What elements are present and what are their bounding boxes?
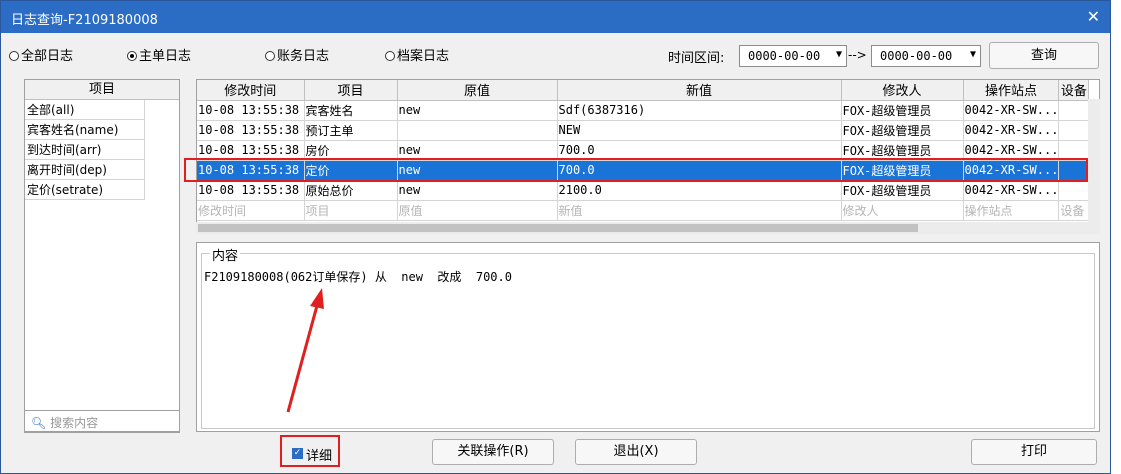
radio-indicator-icon xyxy=(265,51,275,61)
cell-old-value xyxy=(397,120,558,141)
cell-device xyxy=(1058,100,1090,121)
filter-cell-item[interactable]: 项目 xyxy=(304,200,398,221)
content-panel: 内容 F2109180008(062订单保存) 从 new 改成 700.0 xyxy=(196,242,1100,432)
field-list-item[interactable]: 宾客姓名(name) xyxy=(25,120,145,140)
table-row[interactable]: 10-08 13:55:38 原始总价 new 2100.0 FOX-超级管理员 0042… xyxy=(197,180,1090,201)
content-group: 内容 F2109180008(062订单保存) 从 new 改成 700.0 xyxy=(201,245,1095,429)
filter-cell-modifier[interactable]: 修改人 xyxy=(841,200,964,221)
query-button[interactable]: 查询 xyxy=(989,42,1099,69)
table-header-row: 修改时间 项目 原值 新值 修改人 操作站点 设备 xyxy=(197,80,1090,101)
radio-main-order-logs[interactable]: 主单日志 xyxy=(127,45,191,64)
column-header-time[interactable]: 修改时间 xyxy=(197,80,305,101)
table-row-selected[interactable]: 10-08 13:55:38 定价 new 700.0 FOX-超级管理员 0042-XR… xyxy=(197,160,1090,181)
detail-checkbox-label[interactable]: 详细 xyxy=(306,445,332,464)
table-row[interactable]: 10-08 13:55:38 预订主单 NEW FOX-超级管理员 0042-XR-SW… xyxy=(197,120,1090,141)
cell-old-value: new xyxy=(397,100,558,121)
exit-button[interactable]: 退出(X) xyxy=(575,439,697,465)
cell-modifier: FOX-超级管理员 xyxy=(841,120,964,141)
cell-new-value: NEW xyxy=(557,120,842,141)
time-range-label: 时间区间: xyxy=(668,51,725,66)
radio-indicator-icon xyxy=(9,51,19,61)
cell-device xyxy=(1058,120,1090,141)
cell-item: 定价 xyxy=(304,160,398,181)
cell-time: 10-08 13:55:38 xyxy=(197,160,305,181)
cell-old-value: new xyxy=(397,160,558,181)
close-icon[interactable]: ✕ xyxy=(1087,7,1100,26)
filter-cell-device[interactable]: 设备 xyxy=(1058,200,1090,221)
cell-station: 0042-XR-SW... xyxy=(963,140,1060,161)
radio-profile-logs[interactable]: 档案日志 xyxy=(385,45,449,64)
log-table: 修改时间 项目 原值 新值 修改人 操作站点 设备 10-08 13:55:38… xyxy=(197,80,1090,221)
filter-row[interactable]: 修改时间 项目 原值 新值 修改人 操作站点 设备 xyxy=(197,200,1090,221)
cell-old-value: new xyxy=(397,180,558,201)
log-query-window: 日志查询-F2109180008 ✕ 全部日志 主单日志 账务日志 档案日志 时… xyxy=(0,0,1111,474)
date-to-select[interactable]: 0000-00-00 ▼ xyxy=(871,45,981,67)
radio-account-logs[interactable]: 账务日志 xyxy=(265,45,329,64)
cell-station: 0042-XR-SW... xyxy=(963,160,1060,181)
detail-checkbox[interactable]: ✓ xyxy=(292,448,303,459)
field-list-item[interactable]: 到达时间(arr) xyxy=(25,140,145,160)
column-header-modifier[interactable]: 修改人 xyxy=(841,80,964,101)
cell-item: 预订主单 xyxy=(304,120,398,141)
cell-device xyxy=(1058,140,1090,161)
cell-item: 宾客姓名 xyxy=(304,100,398,121)
cell-station: 0042-XR-SW... xyxy=(963,180,1060,201)
filter-cell-old-value[interactable]: 原值 xyxy=(397,200,558,221)
search-icon: 🔍︎ xyxy=(31,416,47,430)
radio-indicator-icon xyxy=(127,51,137,61)
title-bar: 日志查询-F2109180008 ✕ xyxy=(1,1,1110,33)
table-row[interactable]: 10-08 13:55:38 房价 new 700.0 FOX-超级管理员 0042-XR… xyxy=(197,140,1090,161)
column-header-new-value[interactable]: 新值 xyxy=(557,80,842,101)
column-header-device[interactable]: 设备 xyxy=(1058,80,1090,101)
cell-new-value: 700.0 xyxy=(557,160,842,181)
detail-checkbox-highlight: ✓ 详细 xyxy=(280,435,340,467)
cell-modifier: FOX-超级管理员 xyxy=(841,160,964,181)
cell-device xyxy=(1058,180,1090,201)
cell-item: 房价 xyxy=(304,140,398,161)
scrollbar-thumb[interactable] xyxy=(198,224,918,232)
cell-modifier: FOX-超级管理员 xyxy=(841,180,964,201)
column-header-item[interactable]: 项目 xyxy=(304,80,398,101)
cell-item: 原始总价 xyxy=(304,180,398,201)
field-list-item[interactable]: 全部(all) xyxy=(25,100,145,120)
cell-new-value: 700.0 xyxy=(557,140,842,161)
range-separator: --> xyxy=(848,48,867,62)
table-row[interactable]: 10-08 13:55:38 宾客姓名 new Sdf(6387316) FOX-超级管… xyxy=(197,100,1090,121)
log-grid: 修改时间 项目 原值 新值 修改人 操作站点 设备 10-08 13:55:38… xyxy=(196,79,1100,234)
cell-new-value: Sdf(6387316) xyxy=(557,100,842,121)
cell-time: 10-08 13:55:38 xyxy=(197,140,305,161)
column-header-station[interactable]: 操作站点 xyxy=(963,80,1060,101)
cell-time: 10-08 13:55:38 xyxy=(197,120,305,141)
window-title: 日志查询-F2109180008 xyxy=(11,13,158,28)
field-list-item[interactable]: 定价(setrate) xyxy=(25,180,145,200)
print-button[interactable]: 打印 xyxy=(971,439,1097,465)
search-input[interactable]: 🔍︎ 搜索内容 xyxy=(24,410,180,432)
cell-time: 10-08 13:55:38 xyxy=(197,100,305,121)
cell-station: 0042-XR-SW... xyxy=(963,100,1060,121)
field-list-panel: 项目 全部(all) 宾客姓名(name) 到达时间(arr) 离开时间(dep… xyxy=(24,79,180,433)
field-list-item[interactable]: 离开时间(dep) xyxy=(25,160,145,180)
radio-indicator-icon xyxy=(385,51,395,61)
grid-vertical-scrollbar[interactable] xyxy=(1088,99,1100,222)
chevron-down-icon: ▼ xyxy=(835,49,842,60)
cell-old-value: new xyxy=(397,140,558,161)
content-text: F2109180008(062订单保存) 从 new 改成 700.0 xyxy=(204,270,512,284)
related-operations-button[interactable]: 关联操作(R) xyxy=(432,439,554,465)
chevron-down-icon: ▼ xyxy=(969,49,976,60)
cell-time: 10-08 13:55:38 xyxy=(197,180,305,201)
grid-horizontal-scrollbar[interactable] xyxy=(196,222,1100,234)
content-legend: 内容 xyxy=(210,245,241,264)
radio-all-logs[interactable]: 全部日志 xyxy=(9,45,73,64)
cell-station: 0042-XR-SW... xyxy=(963,120,1060,141)
field-list-header: 项目 xyxy=(25,80,179,100)
filter-cell-time[interactable]: 修改时间 xyxy=(197,200,305,221)
column-header-old-value[interactable]: 原值 xyxy=(397,80,558,101)
cell-new-value: 2100.0 xyxy=(557,180,842,201)
cell-device xyxy=(1058,160,1090,181)
filter-cell-station[interactable]: 操作站点 xyxy=(963,200,1060,221)
date-from-select[interactable]: 0000-00-00 ▼ xyxy=(739,45,847,67)
filter-cell-new-value[interactable]: 新值 xyxy=(557,200,842,221)
cell-modifier: FOX-超级管理员 xyxy=(841,100,964,121)
cell-modifier: FOX-超级管理员 xyxy=(841,140,964,161)
